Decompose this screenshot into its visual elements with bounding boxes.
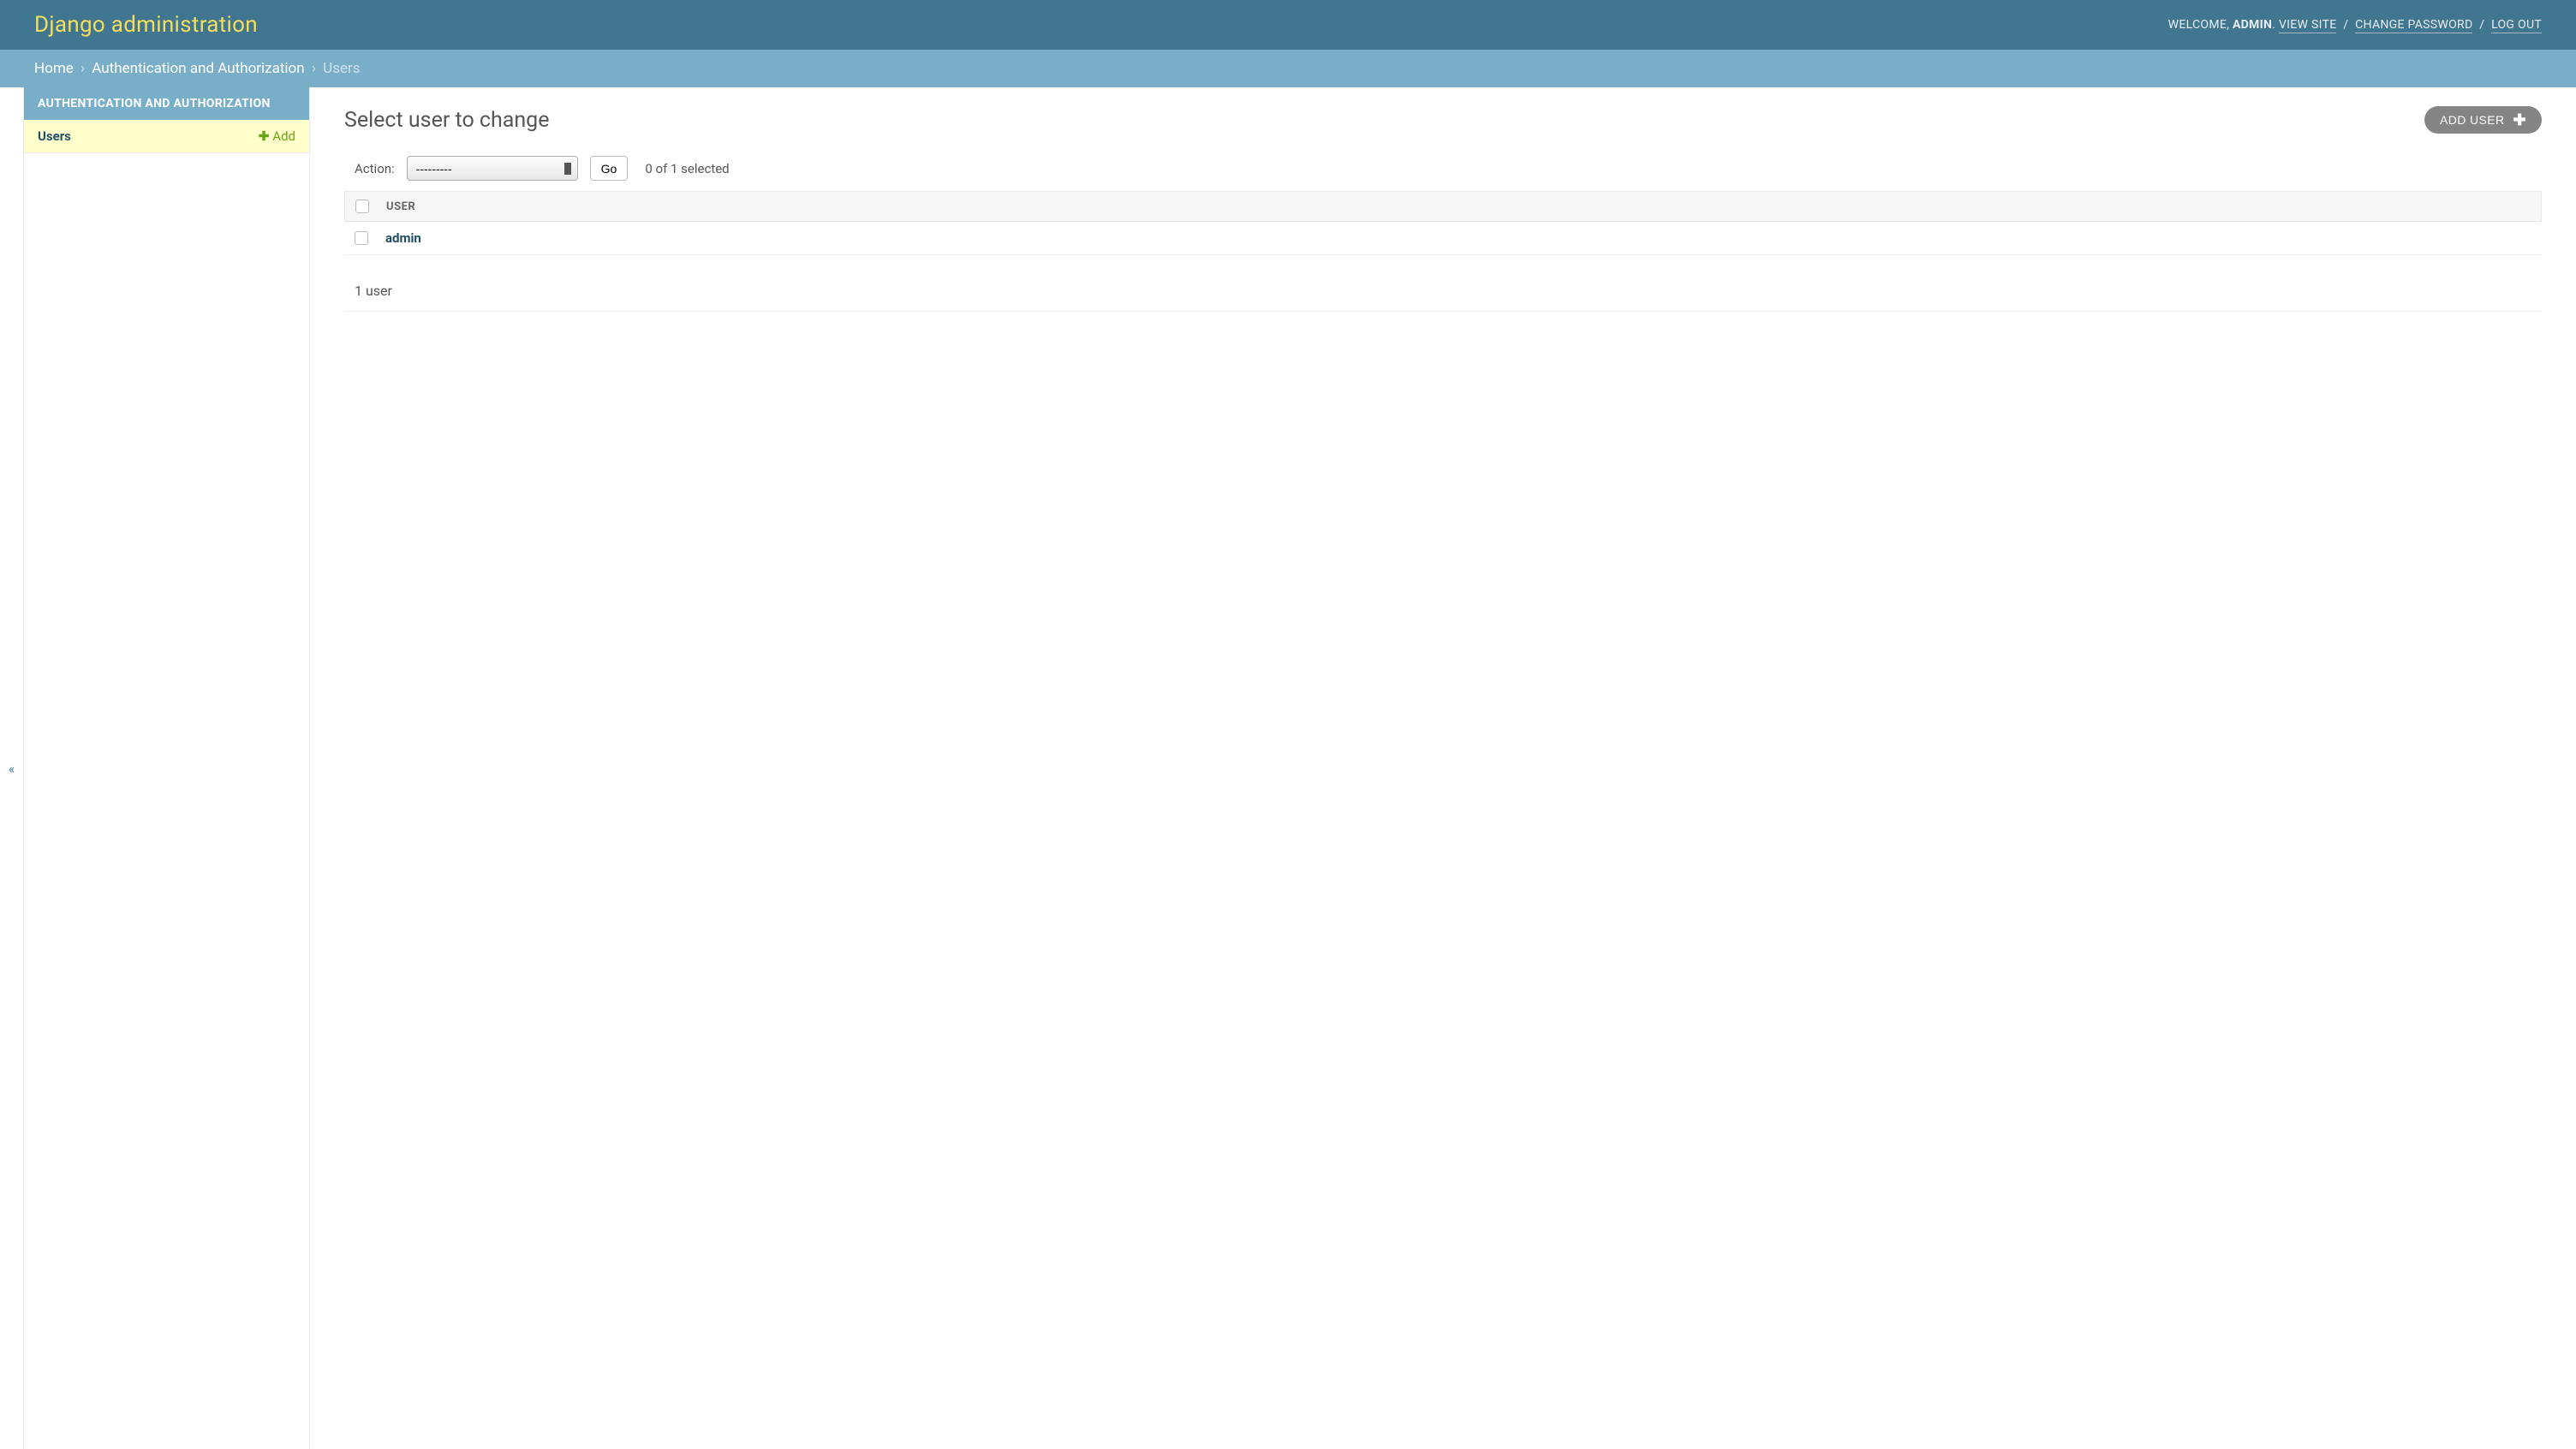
sidebar-users-link[interactable]: Users xyxy=(38,128,71,144)
breadcrumb-home[interactable]: Home xyxy=(34,60,74,77)
log-out-link[interactable]: LOG OUT xyxy=(2491,18,2542,33)
column-header-user[interactable]: USER xyxy=(386,200,415,213)
sidebar-add-user-link[interactable]: ✚ Add xyxy=(259,128,295,144)
plus-icon: ✚ xyxy=(2513,114,2526,126)
sidebar-toggle[interactable]: « xyxy=(0,87,24,1449)
select-all-checkbox[interactable] xyxy=(355,200,369,213)
actions-bar: Action: --------- ▲▼ Go 0 of 1 selected xyxy=(344,156,2542,181)
separator: / xyxy=(2479,18,2484,32)
sidebar-add-label: Add xyxy=(272,128,295,144)
table-row: admin xyxy=(344,222,2542,255)
breadcrumb: Home › Authentication and Authorization … xyxy=(0,50,2576,87)
action-label: Action: xyxy=(355,161,395,176)
add-user-label: ADD USER xyxy=(2440,113,2505,127)
breadcrumb-app[interactable]: Authentication and Authorization xyxy=(92,60,304,77)
view-site-link[interactable]: VIEW SITE xyxy=(2279,18,2337,33)
results-table: USER admin xyxy=(344,191,2542,255)
username: ADMIN xyxy=(2233,18,2272,32)
user-tools: WELCOME, ADMIN. VIEW SITE / CHANGE PASSW… xyxy=(2168,18,2542,32)
add-user-button[interactable]: ADD USER ✚ xyxy=(2424,106,2542,134)
welcome-label: WELCOME, xyxy=(2168,18,2230,32)
select-arrows-icon: ▲▼ xyxy=(564,163,571,174)
plus-icon: ✚ xyxy=(259,128,270,144)
chevron-left-icon: « xyxy=(9,760,15,777)
site-title-link[interactable]: Django administration xyxy=(34,12,258,38)
breadcrumb-divider: › xyxy=(312,60,316,77)
breadcrumb-divider: › xyxy=(80,60,85,77)
go-button[interactable]: Go xyxy=(590,156,629,181)
user-link-admin[interactable]: admin xyxy=(385,230,421,246)
change-password-link[interactable]: CHANGE PASSWORD xyxy=(2355,18,2472,33)
row-checkbox[interactable] xyxy=(355,231,368,245)
selection-count: 0 of 1 selected xyxy=(645,161,729,176)
header: Django administration WELCOME, ADMIN. VI… xyxy=(0,0,2576,50)
breadcrumb-current: Users xyxy=(323,60,360,77)
separator: / xyxy=(2343,18,2348,32)
content: Select user to change ADD USER ✚ Action:… xyxy=(310,87,2576,1449)
sidebar-module-caption[interactable]: AUTHENTICATION AND AUTHORIZATION xyxy=(24,87,309,120)
results-header-row: USER xyxy=(344,191,2542,222)
sidebar: AUTHENTICATION AND AUTHORIZATION Users ✚… xyxy=(24,87,310,1449)
action-select[interactable]: --------- xyxy=(407,156,578,181)
result-count: 1 user xyxy=(344,271,2542,312)
sidebar-item-users: Users ✚ Add xyxy=(24,120,309,153)
page-title: Select user to change xyxy=(344,108,549,133)
period: . xyxy=(2272,18,2275,32)
